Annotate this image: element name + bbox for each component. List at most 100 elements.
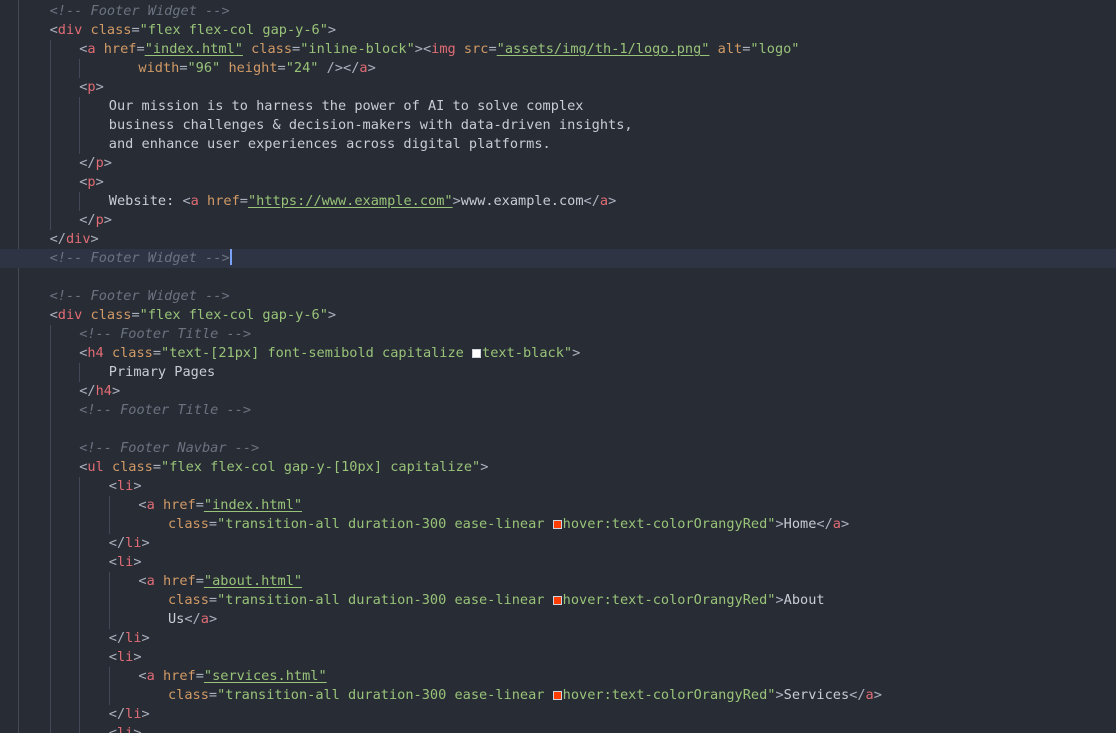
token-punct: > [775, 687, 784, 703]
code-line-text: </div> [0, 231, 99, 247]
code-line[interactable]: <!-- Footer Navbar --> [0, 439, 1116, 458]
code-line[interactable]: and enhance user experiences across digi… [0, 135, 1116, 154]
code-line[interactable]: <li> [0, 724, 1116, 733]
code-line-text: <li> [0, 725, 142, 733]
token-str: "transition-all duration-300 ease-linear [217, 687, 553, 703]
token-txt: Primary Pages [108, 364, 216, 380]
token-attr: class [90, 307, 132, 323]
token-punct: </ [108, 535, 126, 551]
code-line[interactable]: <!-- Footer Widget --> [0, 287, 1116, 306]
token-str: "transition-all duration-300 ease-linear [217, 592, 553, 608]
token-comment: <!-- Footer Widget --> [49, 3, 230, 19]
token-txt: Services [783, 687, 850, 703]
token-tag: a [146, 497, 155, 513]
code-line-text: Our mission is to harness the power of A… [0, 98, 584, 114]
token-tag: p [87, 174, 96, 190]
code-line-text: <a href="index.html" class="inline-block… [0, 41, 799, 57]
code-line[interactable]: </p> [0, 211, 1116, 230]
code-line[interactable]: <a href="about.html" [0, 572, 1116, 591]
code-line[interactable]: <p> [0, 78, 1116, 97]
token-tag: h4 [87, 345, 104, 361]
code-line[interactable]: </li> [0, 534, 1116, 553]
token-punct: = [131, 307, 140, 323]
code-line[interactable]: <li> [0, 648, 1116, 667]
token-punct: /></ [326, 60, 360, 76]
code-line[interactable]: width="96" height="24" /></a> [0, 59, 1116, 78]
code-line[interactable]: <!-- Footer Widget --> [0, 249, 1116, 268]
token-attr: width [138, 60, 180, 76]
color-swatch-orangy-red-icon [552, 520, 562, 529]
code-line[interactable]: Primary Pages [0, 363, 1116, 382]
token-punct: </ [849, 687, 866, 703]
code-line[interactable]: <ul class="flex flex-col gap-y-[10px] ca… [0, 458, 1116, 477]
code-line-text: <a href="services.html" [0, 668, 327, 684]
token-tag: li [116, 725, 134, 733]
code-line[interactable]: <div class="flex flex-col gap-y-6"> [0, 306, 1116, 325]
code-line[interactable]: </h4> [0, 382, 1116, 401]
code-line-text: <!-- Footer Widget --> [0, 288, 230, 304]
token-tag: p [95, 155, 104, 171]
code-line[interactable]: Our mission is to harness the power of A… [0, 97, 1116, 116]
code-line[interactable]: </div> [0, 230, 1116, 249]
token-punct: > [133, 725, 142, 733]
token-punct: = [488, 41, 497, 57]
code-line[interactable]: class="transition-all duration-300 ease-… [0, 515, 1116, 534]
code-line[interactable]: </li> [0, 629, 1116, 648]
code-line[interactable]: <p> [0, 173, 1116, 192]
code-line[interactable]: </p> [0, 154, 1116, 173]
code-line[interactable]: <li> [0, 553, 1116, 572]
token-punct: > [103, 212, 112, 228]
token-tag: img [431, 41, 456, 57]
code-line[interactable]: business challenges & decision-makers wi… [0, 116, 1116, 135]
code-line[interactable]: <!-- Footer Title --> [0, 325, 1116, 344]
code-line[interactable]: <div class="flex flex-col gap-y-6"> [0, 21, 1116, 40]
code-line-text: <ul class="flex flex-col gap-y-[10px] ca… [0, 459, 488, 475]
token-str-link: "assets/img/th-1/logo.png" [496, 41, 710, 57]
token-tag: li [116, 554, 134, 570]
code-line[interactable]: </li> [0, 705, 1116, 724]
code-line-text: <!-- Footer Title --> [0, 402, 251, 418]
text-cursor [229, 249, 232, 265]
token-punct: = [208, 516, 218, 532]
token-punct: </ [79, 155, 96, 171]
code-line[interactable] [0, 420, 1116, 439]
code-line[interactable]: <!-- Footer Title --> [0, 401, 1116, 420]
code-line[interactable]: <a href="services.html" [0, 667, 1116, 686]
token-punct: = [208, 592, 218, 608]
code-line-text: <!-- Footer Title --> [0, 326, 251, 342]
code-line[interactable]: <h4 class="text-[21px] font-semibold cap… [0, 344, 1116, 363]
code-line[interactable]: class="transition-all duration-300 ease-… [0, 591, 1116, 610]
code-line[interactable]: <!-- Footer Widget --> [0, 2, 1116, 21]
token-punct: < [138, 497, 147, 513]
code-line[interactable]: <a href="index.html" class="inline-block… [0, 40, 1116, 59]
token-punct: < [182, 193, 191, 209]
code-line[interactable]: class="transition-all duration-300 ease-… [0, 686, 1116, 705]
code-line-text: <li> [0, 478, 142, 494]
token-tag: div [57, 22, 83, 38]
code-line[interactable]: <a href="index.html" [0, 496, 1116, 515]
code-line[interactable] [0, 268, 1116, 287]
code-line-text: </p> [0, 155, 112, 171]
code-line-text: <h4 class="text-[21px] font-semibold cap… [0, 345, 580, 361]
code-line[interactable]: <li> [0, 477, 1116, 496]
code-line-text: <!-- Footer Widget --> [0, 249, 232, 266]
token-punct: = [277, 60, 286, 76]
token-txt: About [783, 592, 825, 608]
token-comment: <!-- Footer Title --> [79, 402, 252, 418]
token-attr: class [168, 592, 209, 608]
token-comment: <!-- Footer Widget --> [49, 250, 230, 266]
code-line[interactable]: Us</a> [0, 610, 1116, 629]
code-line[interactable]: Website: <a href="https://www.example.co… [0, 192, 1116, 211]
code-line-text: </p> [0, 212, 112, 228]
token-str-link: "about.html" [203, 573, 303, 589]
code-content[interactable]: <!-- Footer Widget --> <div class="flex f… [0, 0, 1116, 733]
token-attr: class [111, 345, 153, 361]
token-attr: src [463, 41, 489, 57]
token-punct: > [90, 231, 99, 247]
code-editor[interactable]: <!-- Footer Widget --> <div class="flex f… [0, 0, 1116, 733]
token-str-link: "services.html" [203, 668, 327, 684]
